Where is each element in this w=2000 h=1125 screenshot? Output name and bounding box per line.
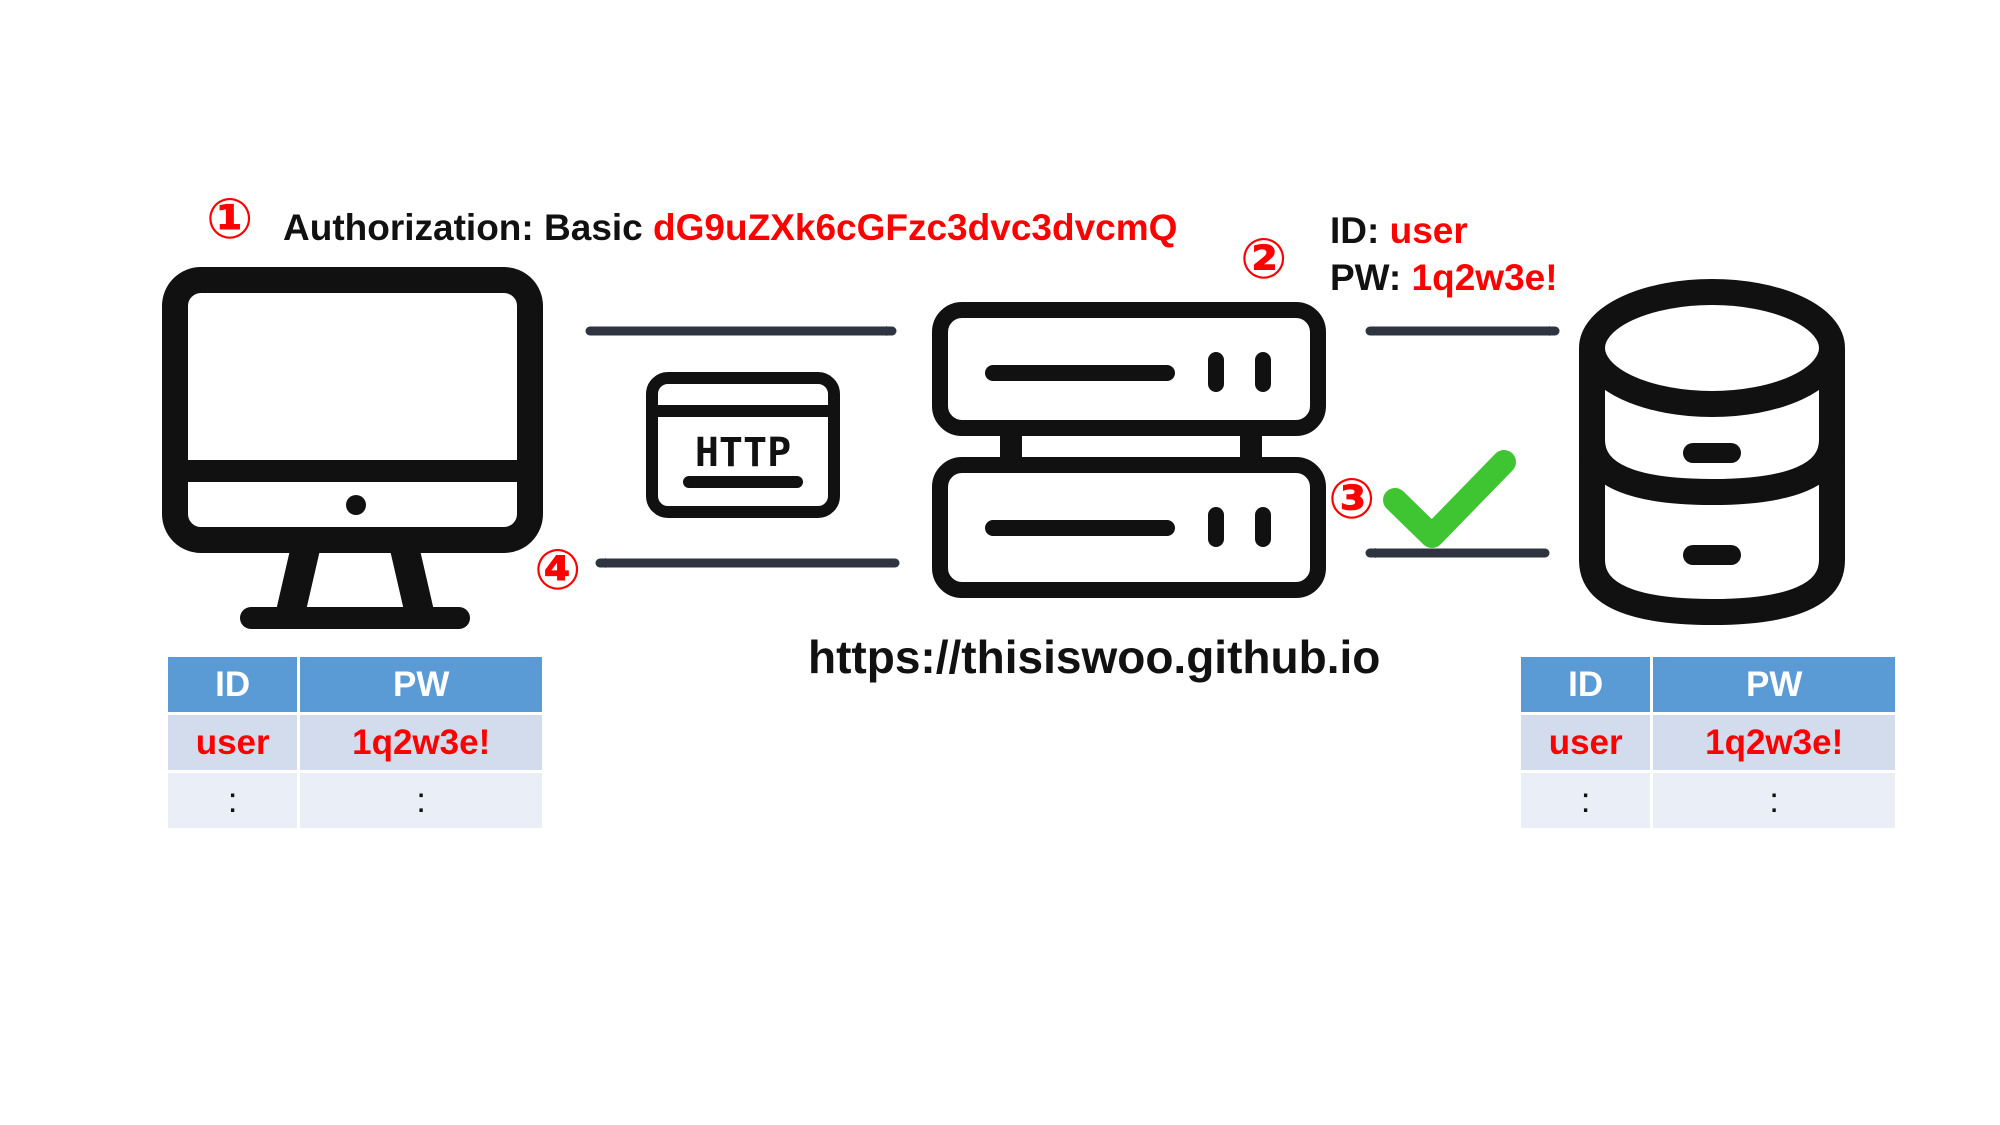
diagram-canvas: HTTP xyxy=(162,267,1845,629)
credentials-pw-value: 1q2w3e! xyxy=(1411,257,1558,298)
step-2-marker: ② xyxy=(1240,227,1288,292)
table-row: user 1q2w3e! xyxy=(1521,715,1895,770)
credentials-pw-key: PW: xyxy=(1330,257,1402,298)
table-header-id: ID xyxy=(168,657,298,712)
http-badge-text: HTTP xyxy=(695,430,791,476)
desktop-monitor-icon xyxy=(162,267,543,629)
table-row: : : xyxy=(1521,773,1895,828)
authorization-key: Authorization: xyxy=(283,207,534,248)
table-cell-pw: 1q2w3e! xyxy=(300,715,542,770)
table-cell-pw: : xyxy=(1653,773,1895,828)
authorization-header: Authorization: Basic dG9uZXk6cGFzc3dvc3d… xyxy=(283,209,1177,246)
table-header-id: ID xyxy=(1521,657,1651,712)
table-cell-pw: : xyxy=(300,773,542,828)
table-row: user 1q2w3e! xyxy=(168,715,542,770)
authorization-scheme: Basic xyxy=(544,207,643,248)
step-3-marker: ③ xyxy=(1328,467,1376,532)
http-window-icon: HTTP xyxy=(646,372,840,518)
step-1-marker: ① xyxy=(206,187,254,252)
credentials-id-value: user xyxy=(1389,210,1468,251)
authorization-value: dG9uZXk6cGFzc3dvc3dvcmQ xyxy=(653,207,1178,248)
credentials-id-key: ID: xyxy=(1330,210,1380,251)
table-cell-id: : xyxy=(168,773,298,828)
table-header-row: ID PW xyxy=(168,657,542,712)
table-header-row: ID PW xyxy=(1521,657,1895,712)
step-4-marker: ④ xyxy=(534,538,582,603)
table-cell-id: user xyxy=(168,715,298,770)
table-cell-pw: 1q2w3e! xyxy=(1653,715,1895,770)
table-cell-id: user xyxy=(1521,715,1651,770)
table-header-pw: PW xyxy=(300,657,542,712)
client-credentials-table: ID PW user 1q2w3e! : : xyxy=(165,654,545,831)
database-icon xyxy=(1579,279,1845,626)
table-row: : : xyxy=(168,773,542,828)
server-rack-icon xyxy=(932,302,1326,598)
table-header-pw: PW xyxy=(1653,657,1895,712)
server-url: https://thisiswoo.github.io xyxy=(808,631,1381,683)
credentials-pw-line: PW: 1q2w3e! xyxy=(1330,259,1558,296)
db-credentials-table: ID PW user 1q2w3e! : : xyxy=(1518,654,1898,831)
credentials-id-line: ID: user xyxy=(1330,212,1468,249)
green-checkmark-icon xyxy=(1383,450,1516,548)
table-cell-id: : xyxy=(1521,773,1651,828)
